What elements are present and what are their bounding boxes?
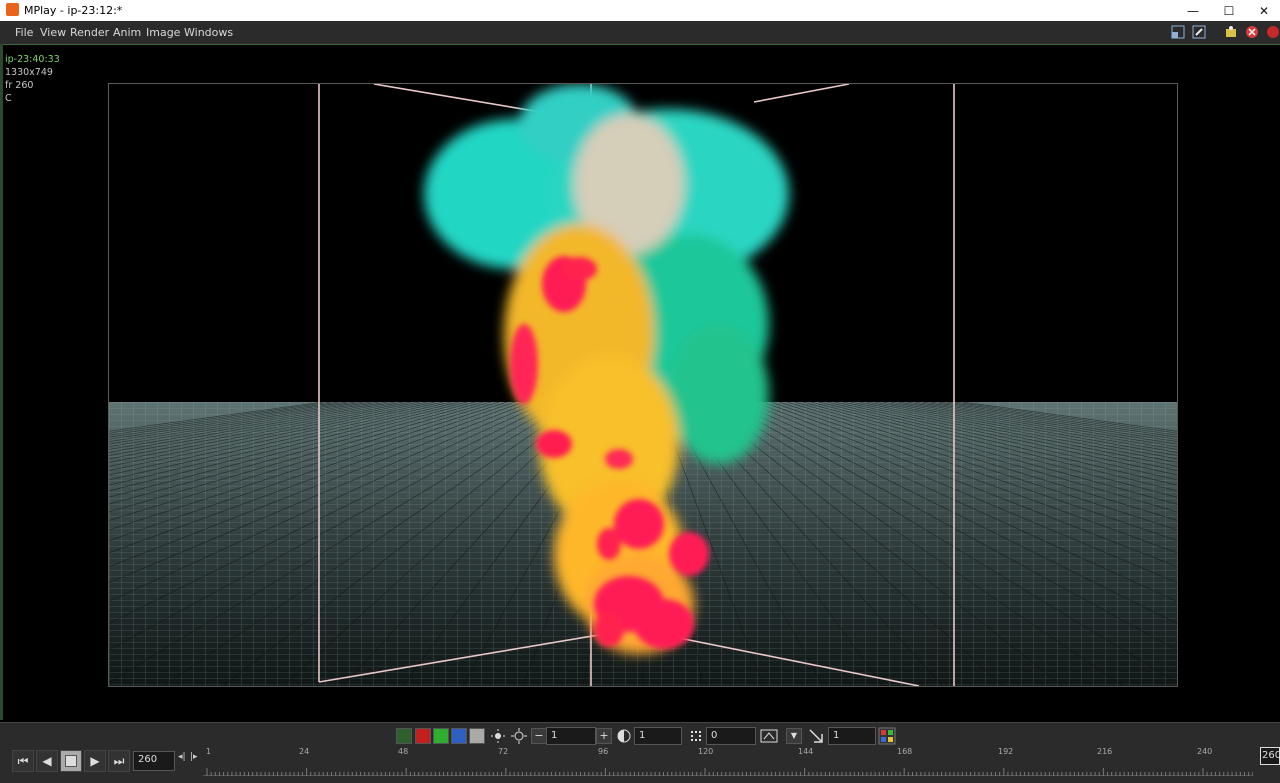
jump-end-button[interactable]: ⏭ <box>108 750 130 772</box>
lut-icon[interactable] <box>760 728 778 744</box>
tick-label-192: 192 <box>998 747 1014 756</box>
layout-icon[interactable] <box>1171 25 1185 39</box>
play-reverse-button[interactable]: ◀ <box>36 750 58 772</box>
record-icon[interactable] <box>1266 25 1280 39</box>
image-channel: C <box>5 93 12 104</box>
jump-start-button[interactable]: ⏮ <box>12 750 34 772</box>
stop-button[interactable] <box>60 750 82 772</box>
offset-field[interactable]: 0 <box>706 727 756 745</box>
step-back-icon[interactable]: ◂| <box>178 752 186 762</box>
image-name: ip-23:40:33 <box>5 54 60 65</box>
menu-file[interactable]: File <box>15 26 33 39</box>
image-resolution: 1330x749 <box>5 67 53 78</box>
value-field-1[interactable]: 1 <box>546 727 596 745</box>
alpha-channel-button[interactable] <box>469 728 485 744</box>
houdini-app-icon <box>6 3 19 16</box>
red-channel-button[interactable] <box>415 728 431 744</box>
brightness-icon[interactable] <box>511 728 527 744</box>
tick-label-24: 24 <box>299 747 310 756</box>
tick-label-168: 168 <box>897 747 913 756</box>
minimize-button[interactable]: — <box>1175 0 1211 21</box>
gamma-icon[interactable] <box>616 728 632 744</box>
gamma-field[interactable]: 1 <box>634 727 682 745</box>
snapshot-icon[interactable] <box>1224 25 1238 39</box>
end-frame-field[interactable]: 260 <box>1260 747 1280 765</box>
rgb-channel-button[interactable] <box>396 728 412 744</box>
tick-label-72: 72 <box>498 747 509 756</box>
menu-bar: File View Render Anim Image Windows <box>0 21 1280 45</box>
tick-label-216: 216 <box>1097 747 1113 756</box>
tick-label-240: 240 <box>1197 747 1213 756</box>
timeline[interactable] <box>203 745 1254 776</box>
title-bar: MPlay - ip-23:12:* — ☐ ✕ <box>0 0 1280 21</box>
stop-render-icon[interactable] <box>1245 25 1259 39</box>
edit-layout-icon[interactable] <box>1192 25 1206 39</box>
tick-label-48: 48 <box>398 747 409 756</box>
left-edge-bar <box>0 44 3 720</box>
menu-windows[interactable]: Windows <box>184 26 233 39</box>
timeline-ticks <box>206 768 1254 776</box>
maximize-button[interactable]: ☐ <box>1211 0 1247 21</box>
increase-button[interactable]: + <box>596 728 612 744</box>
step-forward-icon[interactable]: |▸ <box>190 752 198 762</box>
current-frame-field[interactable]: 260 <box>133 751 175 771</box>
scale-icon[interactable] <box>808 728 824 744</box>
green-channel-button[interactable] <box>433 728 449 744</box>
image-frame: fr 260 <box>5 80 34 91</box>
timeline-ruler <box>203 761 1254 776</box>
blue-channel-button[interactable] <box>451 728 467 744</box>
color-correct-icon[interactable] <box>878 727 896 745</box>
render-image <box>109 84 1177 686</box>
scale-field[interactable]: 1 <box>828 727 876 745</box>
exposure-icon[interactable] <box>490 728 506 744</box>
tick-label-120: 120 <box>698 747 714 756</box>
tick-label-144: 144 <box>798 747 814 756</box>
play-forward-button[interactable]: ▶ <box>84 750 106 772</box>
menu-view[interactable]: View <box>40 26 66 39</box>
menu-render[interactable]: Render <box>70 26 109 39</box>
tick-label-1: 1 <box>206 747 212 756</box>
dither-icon[interactable] <box>688 728 704 744</box>
image-info: ip-23:40:33 1330x749 fr 260 C <box>5 53 60 105</box>
decrease-button[interactable]: − <box>531 728 547 744</box>
menu-image[interactable]: Image <box>146 26 180 39</box>
dropdown-arrow-icon[interactable]: ▼ <box>786 728 802 744</box>
menu-anim[interactable]: Anim <box>113 26 141 39</box>
tick-label-96: 96 <box>598 747 609 756</box>
window-title: MPlay - ip-23:12:* <box>24 4 123 17</box>
close-button[interactable]: ✕ <box>1246 0 1280 21</box>
render-viewport[interactable] <box>108 83 1178 687</box>
